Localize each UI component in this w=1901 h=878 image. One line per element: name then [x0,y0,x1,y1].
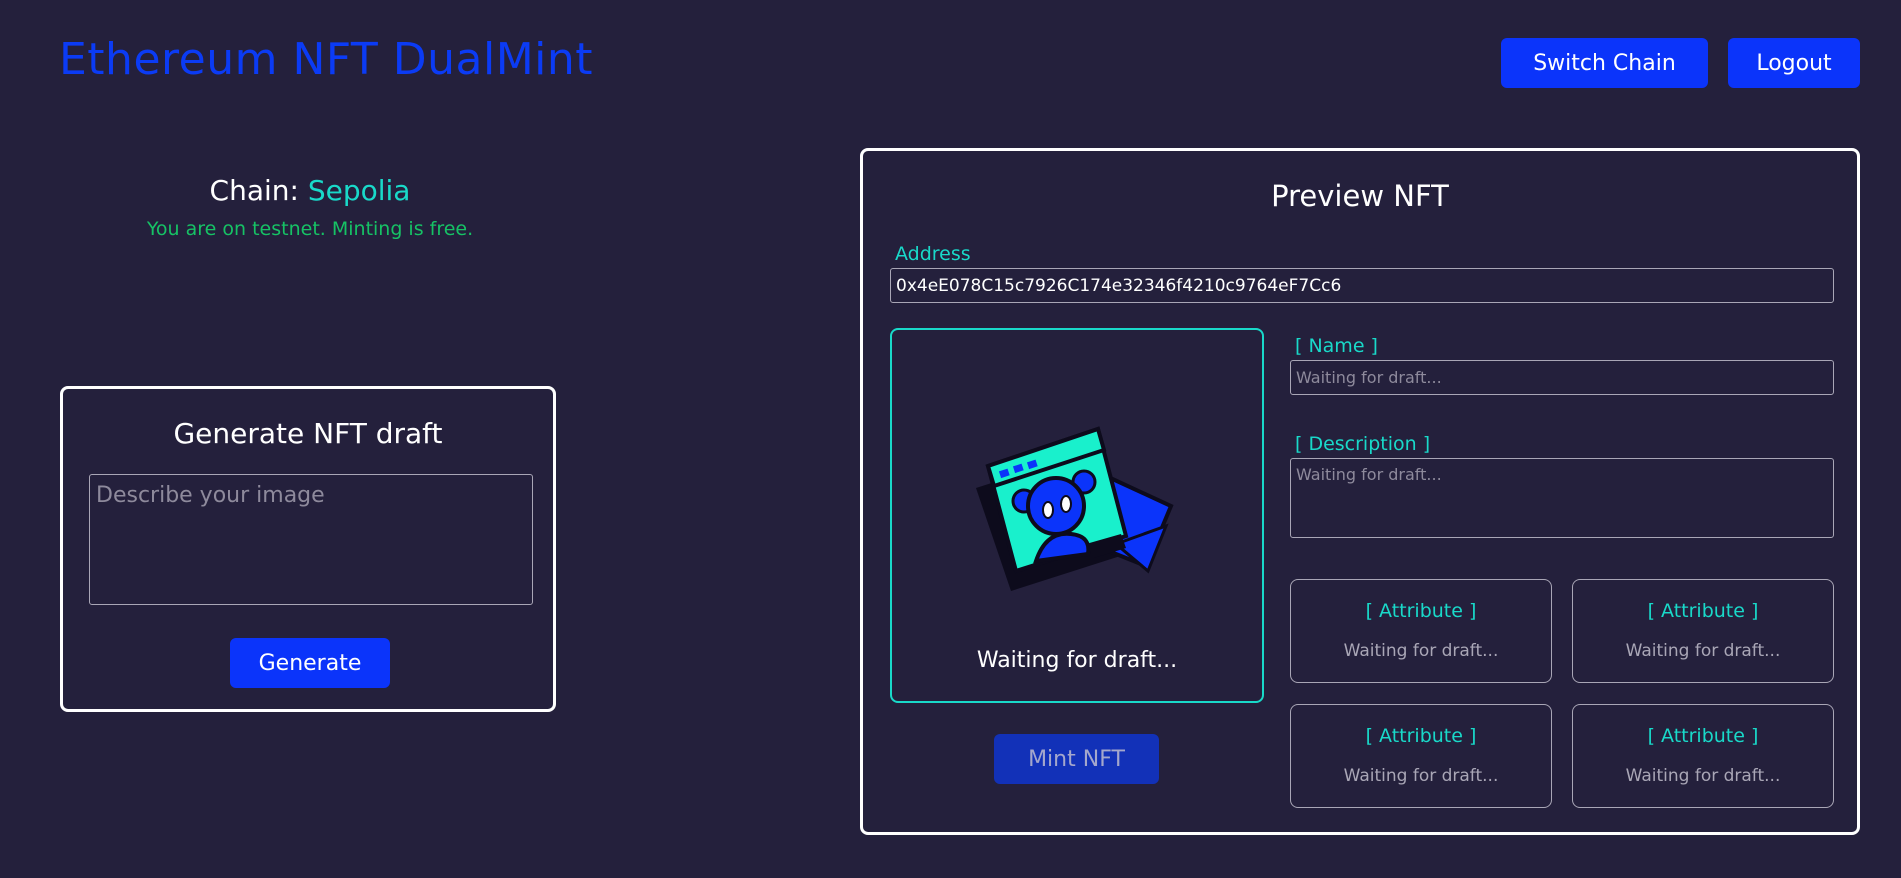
chain-prefix: Chain: [209,174,299,207]
attribute-label: [ Attribute ] [1647,725,1759,747]
app-title: Ethereum NFT DualMint [59,34,594,85]
name-field[interactable] [1290,360,1834,395]
description-field[interactable] [1290,458,1834,538]
attribute-card: [ Attribute ] Waiting for draft... [1290,579,1552,683]
address-field[interactable] [890,268,1834,303]
description-label: [ Description ] [1295,433,1431,455]
switch-chain-button[interactable]: Switch Chain [1501,38,1708,88]
attribute-label: [ Attribute ] [1365,725,1477,747]
nft-image-preview: Waiting for draft... [890,328,1264,703]
testnet-note: You are on testnet. Minting is free. [146,218,474,240]
attribute-value: Waiting for draft... [1625,766,1781,786]
chain-name: Sepolia [307,174,411,207]
attribute-card: [ Attribute ] Waiting for draft... [1572,704,1834,808]
generate-button[interactable]: Generate [230,638,390,688]
attribute-value: Waiting for draft... [1343,641,1499,661]
mint-nft-button[interactable]: Mint NFT [994,734,1159,784]
attribute-value: Waiting for draft... [1343,766,1499,786]
address-label: Address [895,243,971,265]
attribute-card: [ Attribute ] Waiting for draft... [1290,704,1552,808]
attribute-value: Waiting for draft... [1625,641,1781,661]
name-label: [ Name ] [1295,335,1378,357]
nft-placeholder-illustration-icon [976,426,1174,591]
preview-nft-card: Preview NFT Address Waiting for draft... [860,148,1860,835]
image-caption: Waiting for draft... [976,648,1178,673]
generate-draft-card: Generate NFT draft Generate [60,386,556,712]
attribute-label: [ Attribute ] [1365,600,1477,622]
chain-indicator: Chain: Sepolia [60,174,560,207]
attribute-label: [ Attribute ] [1647,600,1759,622]
preview-title: Preview NFT [1271,179,1449,213]
image-description-input[interactable] [89,474,533,605]
logout-button[interactable]: Logout [1728,38,1860,88]
generate-draft-title: Generate NFT draft [173,417,443,450]
attribute-card: [ Attribute ] Waiting for draft... [1572,579,1834,683]
